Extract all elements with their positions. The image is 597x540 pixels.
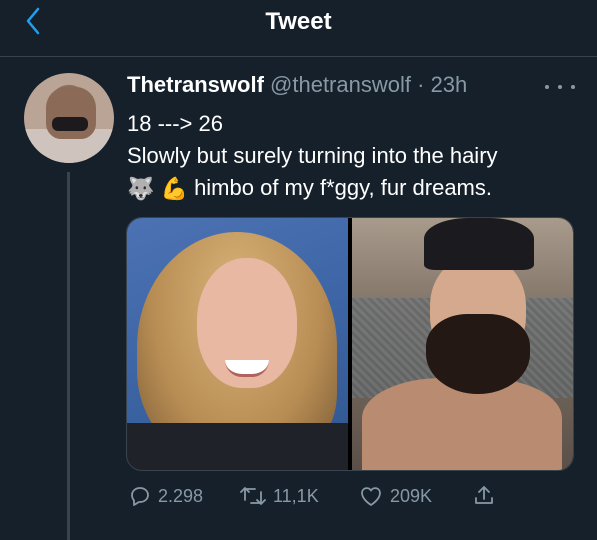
reply-count: 2.298 (158, 485, 204, 506)
tweet-media[interactable] (126, 217, 574, 471)
photo-before-clothing (127, 423, 348, 470)
reply-icon (131, 487, 149, 506)
timestamp[interactable]: 23h (431, 72, 468, 97)
like-icon (361, 487, 381, 506)
flexed-biceps-emoji: 💪 (160, 176, 188, 202)
top-bar: Tweet (0, 0, 597, 57)
photo-before[interactable] (127, 218, 348, 470)
tweet-line-3: 🐺 💪 himbo of my f*ggy, fur dreams. (127, 172, 587, 205)
display-name[interactable]: Thetranswolf (127, 72, 264, 97)
share-button[interactable] (472, 482, 502, 510)
more-button[interactable] (545, 80, 575, 94)
separator: · (417, 72, 425, 97)
thread-line (67, 172, 70, 540)
tweet-line-2: Slowly but surely turning into the hairy (127, 143, 498, 168)
avatar[interactable] (24, 73, 114, 163)
retweet-icon (240, 487, 266, 505)
tweet-text: 18 ---> 26 Slowly but surely turning int… (127, 108, 587, 205)
more-icon (545, 85, 549, 89)
tweet-header: Thetranswolf @thetranswolf · 23h (127, 72, 467, 102)
share-icon (475, 486, 493, 504)
like-button[interactable]: 209K (358, 482, 432, 510)
tweet-line-3-text: himbo of my f*ggy, fur dreams. (194, 175, 492, 200)
reply-button[interactable]: 2.298 (128, 482, 203, 510)
avatar-figure (46, 87, 96, 139)
photo-after[interactable] (352, 218, 573, 470)
page-title: Tweet (265, 8, 332, 35)
handle[interactable]: @thetranswolf (270, 72, 411, 97)
tweet-actions: 2.298 11,1K 209K (126, 482, 546, 510)
photo-after-beard (426, 314, 530, 394)
tweet-line-1: 18 ---> 26 (127, 111, 223, 136)
like-count: 209K (390, 485, 433, 506)
retweet-button[interactable]: 11,1K (239, 482, 319, 510)
photo-after-cap (424, 218, 534, 270)
wolf-emoji: 🐺 (127, 176, 155, 202)
retweet-count: 11,1K (273, 485, 319, 506)
avatar-shorts (52, 117, 88, 131)
